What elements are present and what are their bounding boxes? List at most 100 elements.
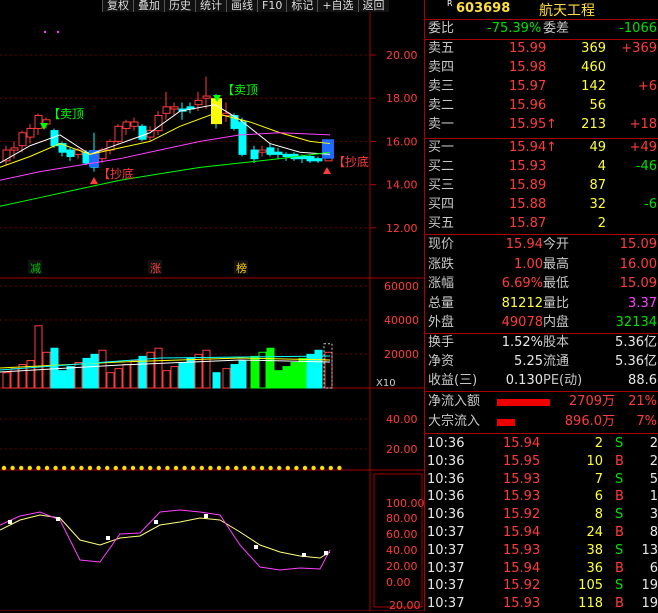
bid-row[interactable]: 买三 15.89 87 (425, 177, 658, 195)
tick-side: B (615, 489, 624, 505)
tick-row: 10:37 15.93 118 B 19 (425, 595, 658, 613)
buy-signal-label: 【抄底 (333, 154, 369, 169)
volume-bar (324, 351, 333, 389)
tick-price: 15.93 (503, 471, 541, 487)
quote-row: 现价 15.94 今开 15.09 (425, 236, 658, 254)
ask-row[interactable]: 卖四 15.98 460 (425, 59, 658, 77)
toolbar-btn-3[interactable]: 统计 (195, 0, 226, 12)
candle-body (114, 125, 123, 142)
tick-row: 10:36 15.92 8 S 3 (425, 506, 658, 524)
ask-volume: 56 (589, 98, 606, 113)
tick-count: 2 (649, 453, 658, 469)
kline-chart[interactable]: 20.0018.0016.0014.0012.00【卖顶【卖顶【抄底【抄底减涨榜… (0, 0, 424, 611)
toolbar-btn-8[interactable]: 返回 (357, 0, 389, 12)
ind2-tick-label: 80.00 (386, 512, 418, 525)
tick-time: 10:37 (427, 596, 465, 612)
kdj-point (8, 520, 12, 524)
toolbar-btn-1[interactable]: 叠加 (133, 0, 164, 12)
flow-amount: 896.0万 (564, 413, 615, 429)
volume-bar (274, 370, 283, 389)
tick-time: 10:36 (427, 507, 465, 523)
up-arrow-icon (90, 177, 98, 184)
tick-price: 15.93 (503, 489, 541, 505)
ind1-dot (259, 465, 265, 471)
quote-row: 涨幅 6.69% 最低 15.09 (425, 275, 658, 293)
ask-row[interactable]: 卖二 15.96 56 (425, 97, 658, 115)
event-marker[interactable]: 减 (30, 262, 41, 275)
bid-row[interactable]: 买一 15.94 ↑ 49 +49 (425, 139, 658, 157)
price-tick-label: 14.00 (386, 179, 418, 192)
bid-row[interactable]: 买四 15.88 32 -6 (425, 196, 658, 214)
tick-time: 10:37 (427, 525, 465, 540)
candle-body (26, 127, 35, 138)
tick-volume: 24 (586, 525, 603, 540)
event-marker[interactable]: 涨 (150, 262, 161, 275)
tick-time: 10:37 (427, 578, 465, 594)
ask-row[interactable]: 卖五 15.99 369 +369 (425, 40, 658, 58)
ask-row[interactable]: 卖一 15.95 ↑ 213 +18 (425, 116, 658, 134)
bid-change: -6 (644, 197, 657, 212)
tick-side: B (615, 596, 624, 612)
tick-time: 10:36 (427, 489, 465, 505)
toolbar-btn-0[interactable]: 复权 (102, 0, 133, 12)
ind1-dot (208, 465, 213, 471)
quote-label: 总量 (428, 295, 455, 311)
bid-row[interactable]: 买二 15.93 4 -46 (425, 158, 658, 176)
toolbar-btn-2[interactable]: 历史 (164, 0, 195, 12)
tick-price: 15.93 (503, 596, 541, 612)
bid-row[interactable]: 买五 15.87 2 (425, 215, 658, 233)
bid-volume: 4 (597, 159, 606, 174)
ask-label: 卖四 (428, 60, 455, 75)
tick-row: 10:37 15.93 38 S 13 (425, 542, 658, 560)
toolbar-btn-4[interactable]: 画线 (226, 0, 257, 12)
quote-label: 涨跌 (428, 256, 455, 272)
ind1-dot (199, 465, 204, 471)
event-marker[interactable]: 榜 (236, 261, 247, 275)
ind1-dot (122, 465, 127, 471)
ind1-dot (1, 465, 7, 471)
ind1-dot (139, 465, 144, 471)
chart-toolbar: 复权 叠加 历史 统计 画线 F10 标记 +自选 返回 (102, 0, 389, 12)
bid-label: 买一 (428, 140, 455, 155)
sell-signal-label: 【卖顶 (48, 107, 84, 121)
ask-arrow: ↑ (546, 117, 557, 132)
volume-bar (186, 357, 195, 389)
volume-bar (114, 368, 123, 389)
kdj-point (324, 551, 328, 555)
stock-code[interactable]: 603698 (456, 1, 510, 16)
volume-bar (230, 364, 239, 389)
ask-change: +18 (629, 117, 657, 132)
toolbar-btn-6[interactable]: 标记 (286, 0, 318, 12)
candle-body (66, 149, 75, 158)
candle-body (34, 114, 43, 129)
ask-change: +369 (621, 41, 657, 56)
stock-name[interactable]: 航天工程 (539, 0, 595, 20)
diff-value: -1066 (619, 21, 657, 36)
volume-bar (106, 372, 115, 389)
tick-price: 15.92 (503, 507, 541, 523)
tick-row: 10:36 15.95 10 B 2 (425, 453, 658, 471)
ask-row[interactable]: 卖三 15.97 142 +6 (425, 78, 658, 96)
volume-bar (290, 362, 299, 389)
tick-side: S (615, 436, 624, 451)
candle-body (238, 121, 247, 155)
ind2-tick-label: 60.00 (386, 528, 418, 541)
volume-bar (66, 366, 75, 389)
tick-time: 10:36 (427, 471, 465, 487)
tick-price: 15.94 (503, 436, 541, 451)
volume-bar (170, 366, 179, 389)
quote-panel: R 603698 航天工程 委比 -75.39% 委差 -1066 卖五 15.9… (424, 0, 658, 611)
tick-side: B (615, 525, 624, 540)
kdj-j-line (0, 509, 331, 571)
ask-volume: 369 (581, 41, 606, 56)
toolbar-btn-5[interactable]: F10 (257, 0, 287, 12)
bid-volume: 2 (597, 216, 606, 231)
fund-label: 股本 (543, 335, 570, 350)
toolbar-btn-7[interactable]: +自选 (317, 0, 358, 12)
ind1-dot (277, 465, 282, 471)
tick-volume: 7 (594, 471, 603, 487)
volume-bar (50, 347, 59, 389)
bid-volume: 32 (589, 197, 606, 212)
quote-value: 1.00 (514, 256, 543, 272)
ind1-dot (148, 465, 153, 471)
